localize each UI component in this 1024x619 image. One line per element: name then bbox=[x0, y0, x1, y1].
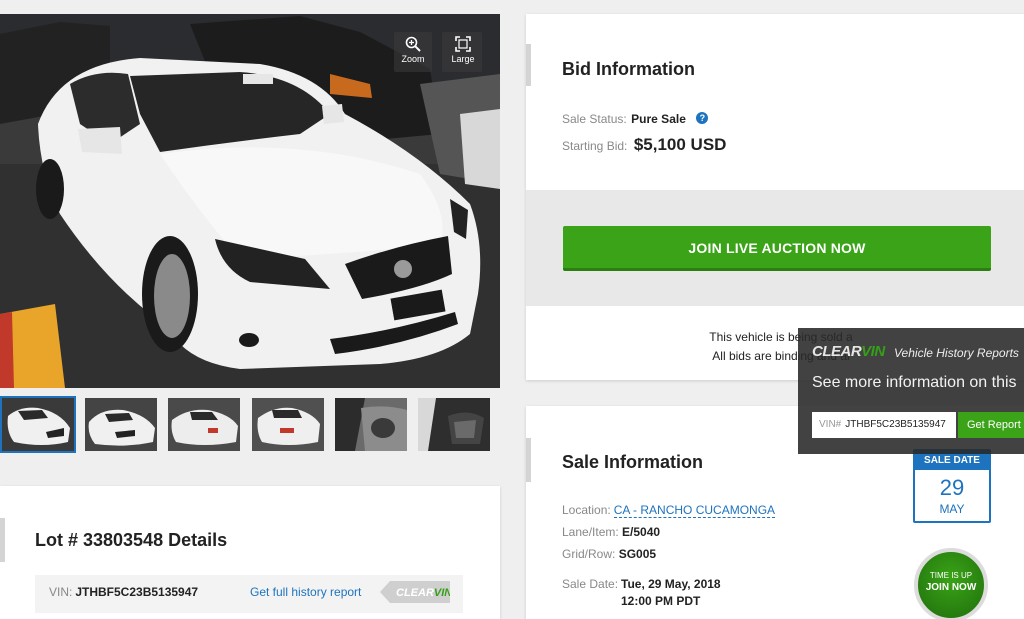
sale-time-text: 12:00 PM PDT bbox=[621, 594, 701, 608]
thumbnail-6[interactable] bbox=[416, 396, 492, 453]
vehicle-photo-image bbox=[0, 14, 500, 388]
bid-information-title: Bid Information bbox=[562, 59, 695, 79]
grid-value: SG005 bbox=[618, 547, 657, 561]
starting-bid-label: Starting Bid: bbox=[562, 139, 628, 153]
sale-date-value: Tue, 29 May, 2018 12:00 PM PDT bbox=[621, 576, 721, 610]
lane-row: Lane/Item: E/5040 bbox=[562, 525, 660, 539]
lot-title: Lot # 33803548 Details bbox=[35, 530, 228, 550]
clearvin-popup: CLEARVIN Vehicle History Reports See mor… bbox=[798, 328, 1024, 454]
sale-date-label: Sale Date: bbox=[562, 577, 619, 591]
vin-value: JTHBF5C23B5135947 bbox=[75, 585, 199, 599]
thumbnail-image bbox=[2, 398, 74, 451]
thumbnail-image bbox=[168, 398, 240, 451]
thumbnail-image bbox=[418, 398, 490, 451]
thumbnail-image bbox=[252, 398, 324, 451]
vin-label-wrap: VIN: JTHBF5C23B5135947 bbox=[49, 585, 198, 599]
sale-information-title: Sale Information bbox=[562, 452, 704, 472]
location-row: Location: CA - RANCHO CUCAMONGA bbox=[562, 503, 776, 518]
location-label: Location: bbox=[562, 503, 611, 517]
bid-information-card: Bid Information Sale Status: Pure Sale ?… bbox=[526, 14, 1024, 380]
sale-date-row: Sale Date: bbox=[562, 577, 618, 591]
sale-date-text: Tue, 29 May, 2018 bbox=[621, 577, 721, 591]
sale-date-badge-month: MAY bbox=[939, 502, 965, 516]
time-up-text: TIME IS UP bbox=[929, 571, 973, 580]
sale-status-row: Sale Status: Pure Sale ? bbox=[562, 110, 709, 128]
large-view-button[interactable]: Large bbox=[443, 36, 483, 64]
expand-icon bbox=[455, 36, 471, 52]
section-accent-bar bbox=[526, 438, 531, 482]
lane-value: E/5040 bbox=[622, 525, 661, 539]
sale-date-badge[interactable]: SALE DATE 29 MAY bbox=[913, 449, 991, 523]
join-now-text: JOIN NOW bbox=[925, 582, 977, 593]
grid-row: Grid/Row: SG005 bbox=[562, 547, 656, 561]
vin-label: VIN: bbox=[49, 585, 73, 599]
clearvin-tag-text: CLEARVIN bbox=[396, 587, 450, 599]
thumbnail-3[interactable] bbox=[166, 396, 242, 453]
clearvin-tag-button[interactable]: CLEARVIN bbox=[380, 581, 450, 603]
section-accent-bar bbox=[526, 44, 531, 86]
clearvin-header: CLEARVIN Vehicle History Reports bbox=[798, 328, 1024, 376]
thumbnail-2[interactable] bbox=[83, 396, 159, 453]
clearvin-vin-prefix: VIN# bbox=[819, 419, 842, 430]
sale-status-value: Pure Sale bbox=[631, 112, 686, 126]
section-accent-bar bbox=[0, 518, 5, 562]
lot-details-card: Lot # 33803548 Details VIN: JTHBF5C23B513… bbox=[0, 486, 500, 619]
zoom-button[interactable]: Zoom bbox=[393, 36, 433, 64]
clearvin-vin-input[interactable]: VIN# JTHBF5C23B5135947 bbox=[812, 412, 956, 438]
clearvin-more-info: See more information on this bbox=[812, 374, 1017, 391]
help-icon[interactable]: ? bbox=[696, 112, 709, 124]
lane-label: Lane/Item: bbox=[562, 525, 619, 539]
thumbnail-4[interactable] bbox=[250, 396, 326, 453]
thumbnail-image bbox=[85, 398, 157, 451]
thumbnail-5[interactable] bbox=[333, 396, 409, 453]
clearvin-tagline: Vehicle History Reports bbox=[894, 346, 1019, 360]
starting-bid-row: Starting Bid: $5,100 USD bbox=[562, 135, 726, 155]
sale-date-badge-day: 29 bbox=[939, 475, 965, 500]
join-live-auction-button[interactable]: JOIN LIVE AUCTION NOW bbox=[563, 226, 991, 271]
zoom-icon bbox=[405, 36, 421, 52]
clearvin-vin-value: JTHBF5C23B5135947 bbox=[845, 419, 946, 430]
history-report-link[interactable]: Get full history report bbox=[250, 585, 361, 599]
join-auction-band: JOIN LIVE AUCTION NOW bbox=[526, 190, 1024, 306]
vin-row: VIN: JTHBF5C23B5135947 Get full history r… bbox=[35, 575, 463, 613]
thumbnail-image bbox=[335, 398, 407, 451]
location-link[interactable]: CA - RANCHO CUCAMONGA bbox=[613, 503, 776, 518]
time-up-join-now-button[interactable]: TIME IS UP JOIN NOW bbox=[914, 548, 988, 619]
vehicle-main-photo[interactable]: Zoom Large bbox=[0, 14, 500, 388]
starting-bid-value: $5,100 USD bbox=[633, 135, 727, 154]
large-label: Large bbox=[451, 54, 475, 64]
grid-label: Grid/Row: bbox=[562, 547, 616, 561]
zoom-label: Zoom bbox=[401, 54, 425, 64]
clearvin-logo: CLEARVIN bbox=[812, 343, 885, 360]
thumbnail-1[interactable] bbox=[0, 396, 76, 453]
thumbnail-strip bbox=[0, 396, 500, 454]
clearvin-get-report-button[interactable]: Get Report N bbox=[958, 412, 1024, 438]
sale-status-label: Sale Status: bbox=[562, 112, 627, 126]
